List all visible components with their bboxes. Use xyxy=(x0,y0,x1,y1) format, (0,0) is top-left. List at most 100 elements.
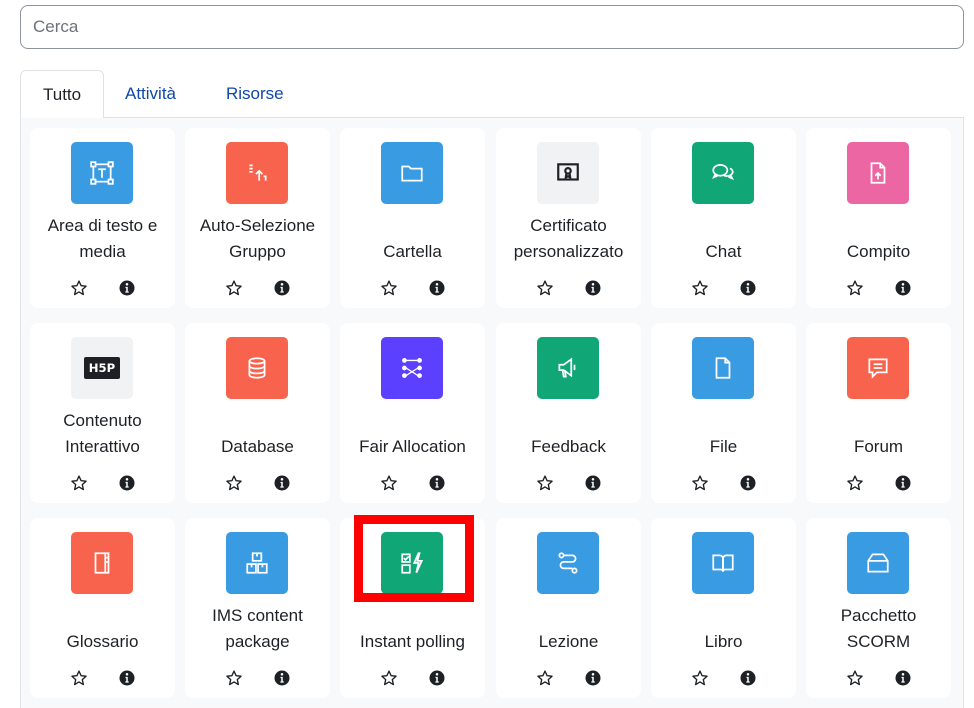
module-card[interactable]: File xyxy=(651,323,796,503)
info-icon[interactable] xyxy=(273,279,291,297)
instant-polling-icon[interactable] xyxy=(381,532,443,594)
module-card[interactable]: Lezione xyxy=(496,518,641,698)
chat-icon[interactable] xyxy=(692,142,754,204)
info-icon[interactable] xyxy=(894,669,912,687)
star-icon[interactable] xyxy=(70,669,88,687)
module-name[interactable]: Compito xyxy=(808,213,949,265)
module-card[interactable]: Cartella xyxy=(340,128,485,308)
module-card[interactable]: Glossario xyxy=(30,518,175,698)
module-name[interactable]: File xyxy=(653,408,794,460)
module-card[interactable]: Compito xyxy=(806,128,951,308)
book-icon[interactable] xyxy=(692,532,754,594)
star-icon[interactable] xyxy=(691,279,709,297)
scorm-icon[interactable] xyxy=(847,532,909,594)
module-card[interactable]: Pacchetto SCORM xyxy=(806,518,951,698)
search-input[interactable] xyxy=(20,5,964,49)
module-name[interactable]: Area di testo e media xyxy=(32,213,173,265)
module-card[interactable]: Certificato personalizzato xyxy=(496,128,641,308)
module-name-line: Cartella xyxy=(383,242,442,261)
star-icon[interactable] xyxy=(846,474,864,492)
module-name[interactable]: Libro xyxy=(653,603,794,655)
assignment-icon[interactable] xyxy=(847,142,909,204)
info-icon[interactable] xyxy=(894,279,912,297)
star-icon[interactable] xyxy=(536,474,554,492)
lesson-icon[interactable] xyxy=(537,532,599,594)
certificate-icon[interactable] xyxy=(537,142,599,204)
module-card[interactable]: Chat xyxy=(651,128,796,308)
info-icon[interactable] xyxy=(428,474,446,492)
glossary-icon[interactable] xyxy=(71,532,133,594)
module-actions xyxy=(30,277,175,299)
star-icon[interactable] xyxy=(380,474,398,492)
module-card[interactable]: Instant polling xyxy=(340,518,485,698)
module-name[interactable]: Glossario xyxy=(32,603,173,655)
tab-attivita[interactable]: Attività xyxy=(103,70,198,118)
module-name[interactable]: Contenuto Interattivo xyxy=(32,408,173,460)
star-icon[interactable] xyxy=(846,279,864,297)
module-name[interactable]: Auto-Selezione Gruppo xyxy=(187,213,328,265)
info-icon[interactable] xyxy=(273,669,291,687)
module-name[interactable]: Feedback xyxy=(498,408,639,460)
star-icon[interactable] xyxy=(225,279,243,297)
info-icon[interactable] xyxy=(739,669,757,687)
module-card[interactable]: Libro xyxy=(651,518,796,698)
folder-icon[interactable] xyxy=(381,142,443,204)
info-icon[interactable] xyxy=(273,474,291,492)
info-icon[interactable] xyxy=(894,474,912,492)
group-selection-icon[interactable] xyxy=(226,142,288,204)
info-icon[interactable] xyxy=(584,669,602,687)
module-name[interactable]: Forum xyxy=(808,408,949,460)
star-icon[interactable] xyxy=(225,474,243,492)
forum-icon[interactable] xyxy=(847,337,909,399)
module-name-line: Area di testo e xyxy=(47,216,158,235)
module-name[interactable]: Cartella xyxy=(342,213,483,265)
module-card[interactable]: Feedback xyxy=(496,323,641,503)
info-icon[interactable] xyxy=(118,279,136,297)
database-icon[interactable] xyxy=(226,337,288,399)
module-actions xyxy=(806,472,951,494)
tab-tutto[interactable]: Tutto xyxy=(20,70,105,119)
module-name[interactable]: IMS content package xyxy=(187,603,328,655)
module-card[interactable]: Area di testo e media xyxy=(30,128,175,308)
info-icon[interactable] xyxy=(584,474,602,492)
star-icon[interactable] xyxy=(70,279,88,297)
ims-package-icon[interactable] xyxy=(226,532,288,594)
module-name-line: Feedback xyxy=(531,437,606,456)
tab-risorse[interactable]: Risorse xyxy=(204,70,306,118)
module-card[interactable]: IMS content package xyxy=(185,518,330,698)
info-icon[interactable] xyxy=(739,279,757,297)
module-name[interactable]: Certificato personalizzato xyxy=(498,213,639,265)
info-icon[interactable] xyxy=(739,474,757,492)
module-name[interactable]: Fair Allocation xyxy=(342,408,483,460)
text-media-icon[interactable] xyxy=(71,142,133,204)
module-name[interactable]: Pacchetto SCORM xyxy=(808,603,949,655)
module-card[interactable]: Auto-Selezione Gruppo xyxy=(185,128,330,308)
star-icon[interactable] xyxy=(691,474,709,492)
star-icon[interactable] xyxy=(536,279,554,297)
star-icon[interactable] xyxy=(846,669,864,687)
star-icon[interactable] xyxy=(691,669,709,687)
fair-allocation-icon[interactable] xyxy=(381,337,443,399)
module-name[interactable]: Lezione xyxy=(498,603,639,655)
info-icon[interactable] xyxy=(428,279,446,297)
module-name[interactable]: Database xyxy=(187,408,328,460)
module-card[interactable]: H5P Contenuto Interattivo xyxy=(30,323,175,503)
star-icon[interactable] xyxy=(225,669,243,687)
file-icon[interactable] xyxy=(692,337,754,399)
module-name[interactable]: Instant polling xyxy=(342,603,483,655)
h5p-icon[interactable]: H5P xyxy=(71,337,133,399)
info-icon[interactable] xyxy=(584,279,602,297)
info-icon[interactable] xyxy=(118,669,136,687)
star-icon[interactable] xyxy=(380,279,398,297)
module-name[interactable]: Chat xyxy=(653,213,794,265)
star-icon[interactable] xyxy=(70,474,88,492)
module-card[interactable]: Fair Allocation xyxy=(340,323,485,503)
star-icon[interactable] xyxy=(536,669,554,687)
module-name-line: Forum xyxy=(853,437,904,456)
star-icon[interactable] xyxy=(380,669,398,687)
info-icon[interactable] xyxy=(118,474,136,492)
module-card[interactable]: Database xyxy=(185,323,330,503)
module-card[interactable]: Forum xyxy=(806,323,951,503)
megaphone-icon[interactable] xyxy=(537,337,599,399)
info-icon[interactable] xyxy=(428,669,446,687)
